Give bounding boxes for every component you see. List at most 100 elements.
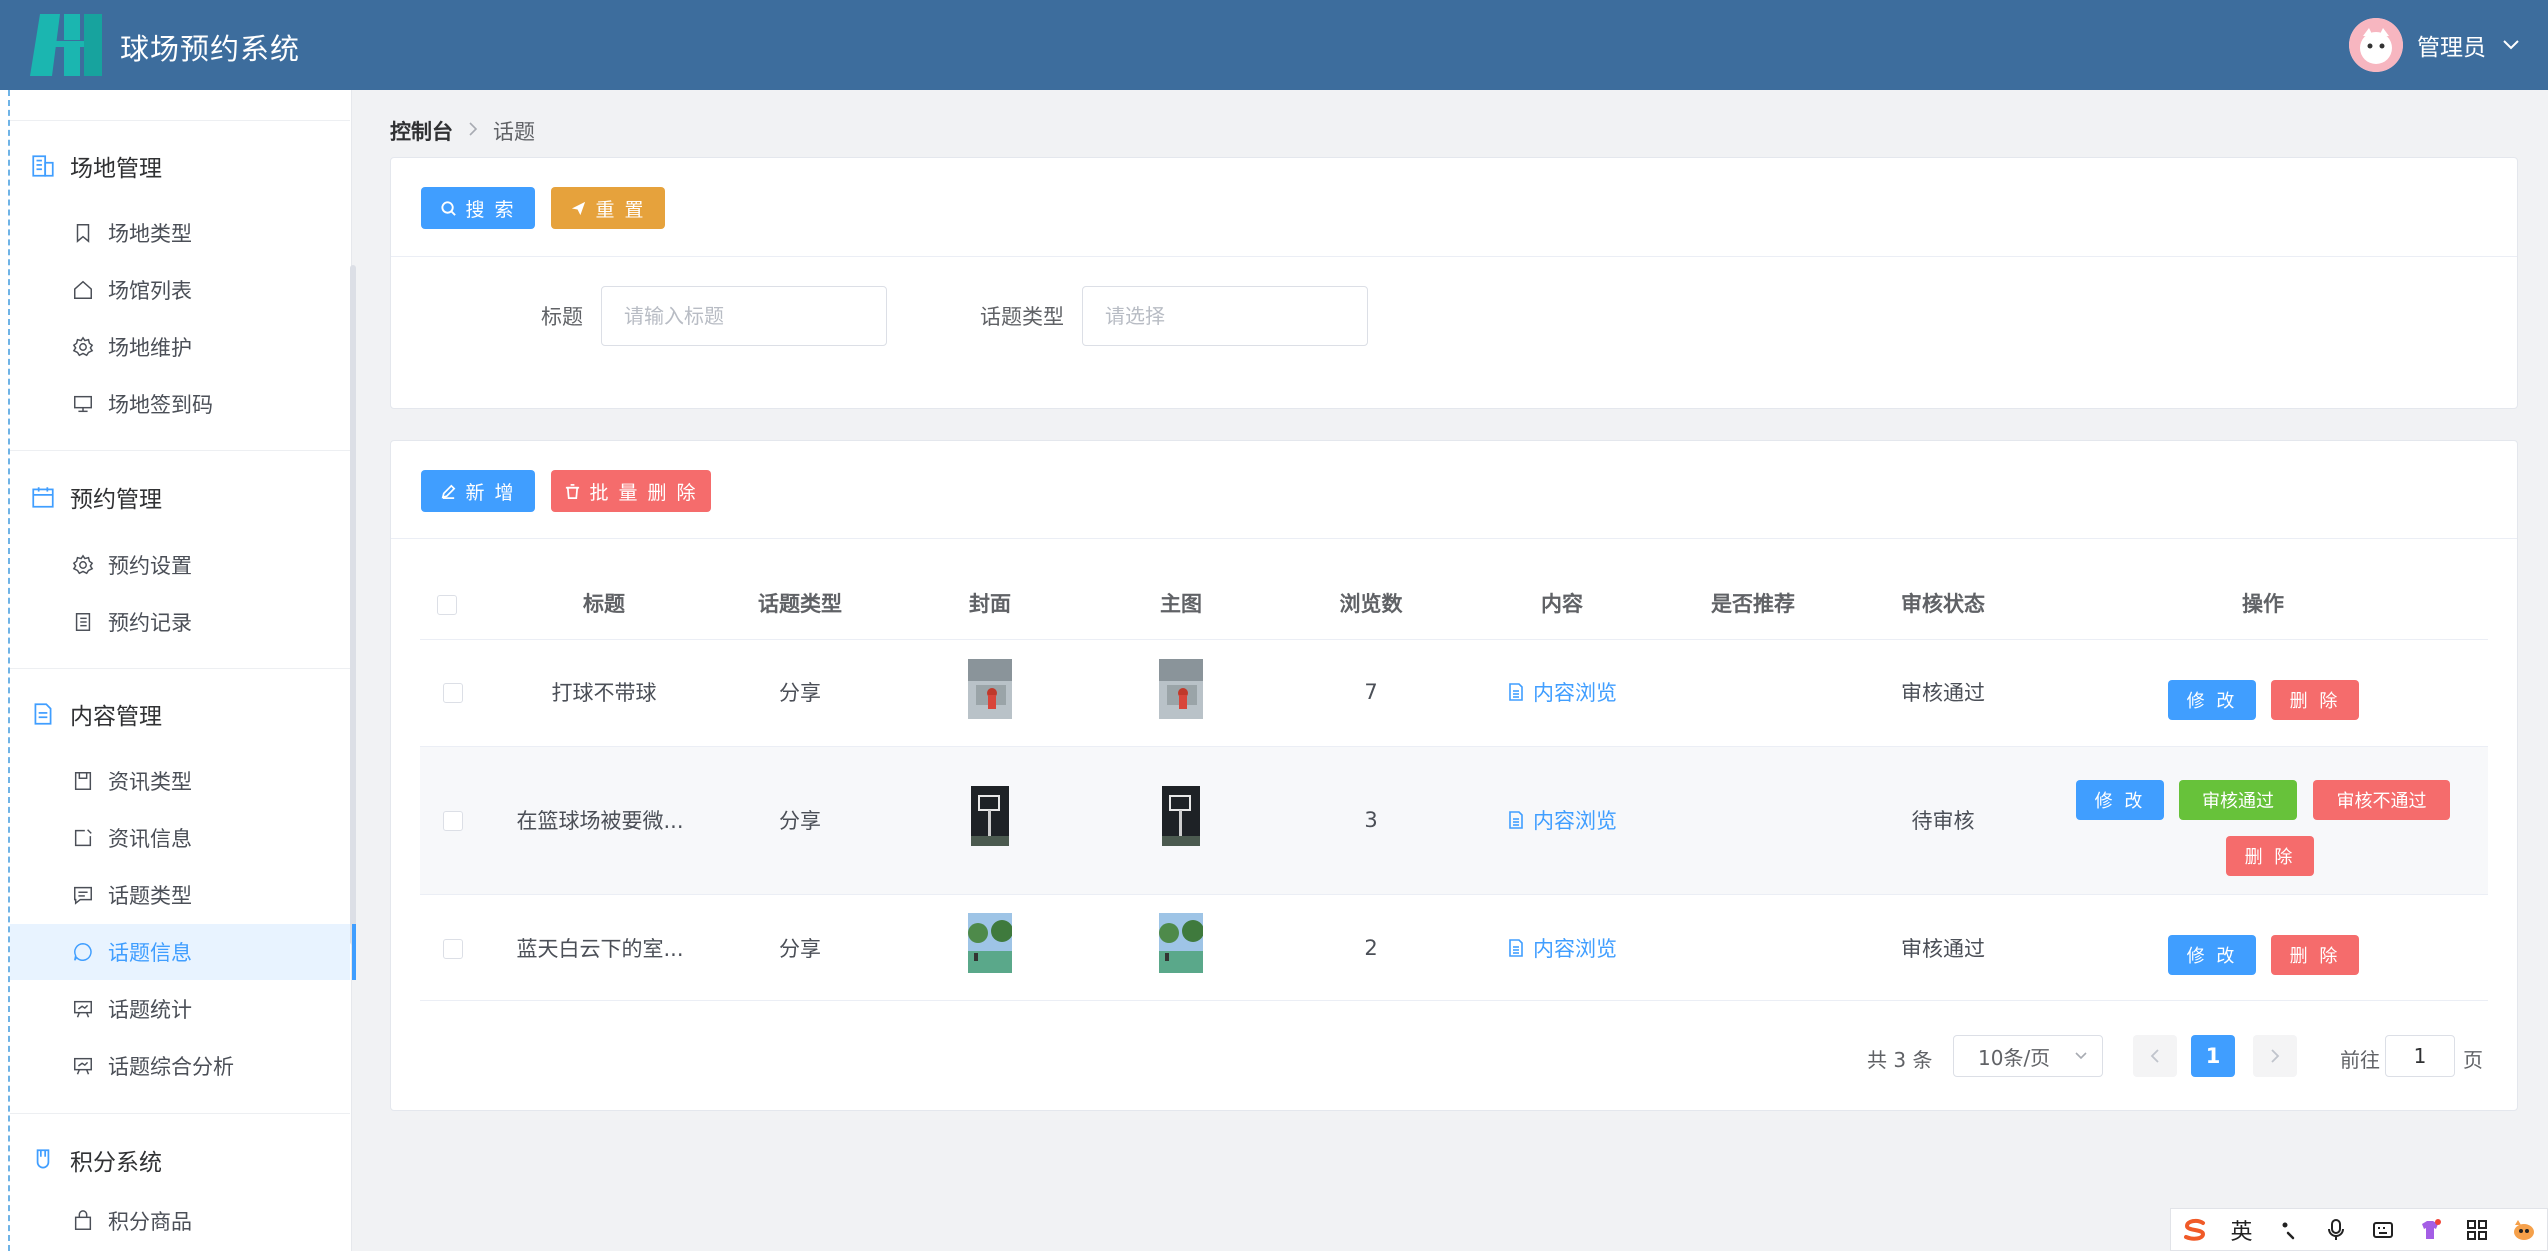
- breadcrumb-current: 话题: [493, 120, 535, 144]
- avatar[interactable]: [2349, 18, 2403, 72]
- content-preview-link[interactable]: 内容浏览: [1507, 805, 1617, 835]
- edit-button[interactable]: 修 改: [2168, 935, 2256, 975]
- sidebar-scrollbar[interactable]: [350, 265, 356, 945]
- row-checkbox[interactable]: [443, 811, 463, 831]
- sidebar-item-venue-list[interactable]: 场馆列表: [10, 262, 350, 318]
- delete-button[interactable]: 删 除: [2226, 836, 2314, 876]
- search-button[interactable]: 搜 索: [421, 187, 535, 229]
- home-icon: [74, 280, 92, 299]
- topic-type-select[interactable]: [1082, 286, 1368, 346]
- divider: [10, 450, 350, 451]
- delete-button[interactable]: 删 除: [2271, 935, 2359, 975]
- title-search-input[interactable]: [601, 286, 887, 346]
- skin-shirt-icon[interactable]: [2412, 1218, 2448, 1241]
- sidebar-item-topic-info[interactable]: 话题信息: [10, 924, 356, 980]
- page-number-current[interactable]: 1: [2191, 1035, 2235, 1077]
- batch-delete-button[interactable]: 批 量 删 除: [551, 470, 711, 512]
- column-header-content[interactable]: 内容: [1541, 588, 1583, 618]
- document-icon: [1509, 811, 1523, 829]
- cover-thumbnail[interactable]: [971, 786, 1009, 846]
- document-icon: [34, 703, 52, 725]
- sidebar-item-label: 预约记录: [108, 611, 192, 635]
- bag-icon: [74, 1210, 92, 1230]
- select-all-checkbox[interactable]: [437, 595, 457, 615]
- app-logo-icon: [30, 14, 102, 76]
- approve-button[interactable]: 审核通过: [2179, 780, 2297, 820]
- edit-icon: [442, 484, 456, 499]
- column-header-recommended[interactable]: 是否推荐: [1711, 588, 1795, 618]
- goto-page-input[interactable]: [2385, 1035, 2455, 1077]
- avatar-face-icon: [2349, 18, 2403, 72]
- column-header-title[interactable]: 标题: [583, 588, 625, 618]
- sidebar-group-content[interactable]: 内容管理: [30, 694, 162, 734]
- breadcrumb-home[interactable]: 控制台: [390, 116, 453, 146]
- sidebar-item-news-info[interactable]: 资讯信息: [10, 810, 350, 866]
- sidebar-item-venue-maintenance[interactable]: 场地维护: [10, 319, 350, 375]
- row-status: 审核通过: [1901, 937, 1985, 961]
- keyboard-icon[interactable]: [2365, 1220, 2401, 1240]
- sidebar-group-venue[interactable]: 场地管理: [30, 146, 162, 186]
- ime-mode-toggle[interactable]: 英: [2224, 1214, 2260, 1246]
- edit-button[interactable]: 修 改: [2076, 780, 2164, 820]
- sidebar-group-label: 积分系统: [70, 1150, 162, 1176]
- sidebar-item-topic-type[interactable]: 话题类型: [10, 867, 350, 923]
- user-menu[interactable]: 管理员: [2349, 18, 2520, 72]
- content-preview-link[interactable]: 内容浏览: [1507, 933, 1617, 963]
- prev-page-button[interactable]: [2133, 1035, 2177, 1077]
- grid-menu-icon[interactable]: [2459, 1219, 2495, 1241]
- chevron-down-icon[interactable]: [2502, 35, 2520, 56]
- table-row-hover-bg: [420, 747, 2488, 894]
- row-views: 7: [1364, 680, 1378, 704]
- column-header-status[interactable]: 审核状态: [1901, 588, 1985, 618]
- column-header-cover[interactable]: 封面: [969, 588, 1011, 618]
- sidebar-item-topic-stats[interactable]: 话题统计: [10, 981, 350, 1037]
- medal-icon: [36, 1149, 50, 1169]
- microphone-icon[interactable]: [2318, 1218, 2354, 1242]
- sidebar-group-booking[interactable]: 预约管理: [30, 477, 162, 517]
- column-header-main-image[interactable]: 主图: [1160, 588, 1202, 618]
- sidebar-item-points-goods[interactable]: 积分商品: [10, 1193, 350, 1249]
- sidebar-item-label: 预约设置: [108, 554, 192, 578]
- delete-button[interactable]: 删 除: [2271, 680, 2359, 720]
- chat-square-icon: [74, 886, 92, 905]
- add-button[interactable]: 新 增: [421, 470, 535, 512]
- cover-thumbnail[interactable]: [968, 659, 1012, 719]
- reject-button[interactable]: 审核不通过: [2313, 780, 2450, 820]
- chevron-down-icon: [2074, 1046, 2088, 1065]
- reset-button[interactable]: 重 置: [551, 187, 665, 229]
- sidebar-item-label: 场地类型: [108, 222, 192, 246]
- column-header-type[interactable]: 话题类型: [758, 588, 842, 618]
- main-image-thumbnail[interactable]: [1162, 786, 1200, 846]
- user-name[interactable]: 管理员: [2417, 28, 2486, 62]
- app-title: 球场预约系统: [120, 32, 301, 66]
- column-header-views[interactable]: 浏览数: [1340, 588, 1403, 618]
- divider: [420, 1000, 2488, 1001]
- sidebar-item-booking-settings[interactable]: 预约设置: [10, 537, 350, 593]
- add-button-label: 新 增: [465, 481, 516, 504]
- row-checkbox[interactable]: [443, 683, 463, 703]
- title-field-label: 标题: [541, 305, 583, 329]
- page-size-select[interactable]: 10条/页: [1953, 1035, 2103, 1077]
- content-preview-link[interactable]: 内容浏览: [1507, 677, 1617, 707]
- monitor-icon: [74, 395, 92, 413]
- gear-icon: [72, 554, 94, 575]
- row-checkbox[interactable]: [443, 939, 463, 959]
- cover-thumbnail[interactable]: [968, 913, 1012, 973]
- chevron-right-icon: [467, 121, 479, 142]
- edit-button[interactable]: 修 改: [2168, 680, 2256, 720]
- mascot-icon[interactable]: [2506, 1219, 2542, 1241]
- main-image-thumbnail[interactable]: [1159, 659, 1203, 719]
- sidebar-item-checkin-code[interactable]: 场地签到码: [10, 376, 350, 432]
- sidebar-item-news-type[interactable]: 资讯类型: [10, 753, 350, 809]
- divider: [391, 256, 2517, 257]
- main-image-thumbnail[interactable]: [1159, 913, 1203, 973]
- sogou-logo-icon[interactable]: [2177, 1218, 2213, 1242]
- next-page-button[interactable]: [2253, 1035, 2297, 1077]
- sidebar-item-topic-analysis[interactable]: 话题综合分析: [10, 1038, 350, 1094]
- divider: [10, 1113, 350, 1114]
- punctuation-icon[interactable]: [2271, 1219, 2307, 1241]
- sidebar-item-booking-records[interactable]: 预约记录: [10, 594, 350, 650]
- pagination-total: 共 3 条: [1867, 1048, 1933, 1072]
- sidebar-group-points[interactable]: 积分系统: [30, 1140, 162, 1180]
- sidebar-item-venue-type[interactable]: 场地类型: [10, 205, 350, 261]
